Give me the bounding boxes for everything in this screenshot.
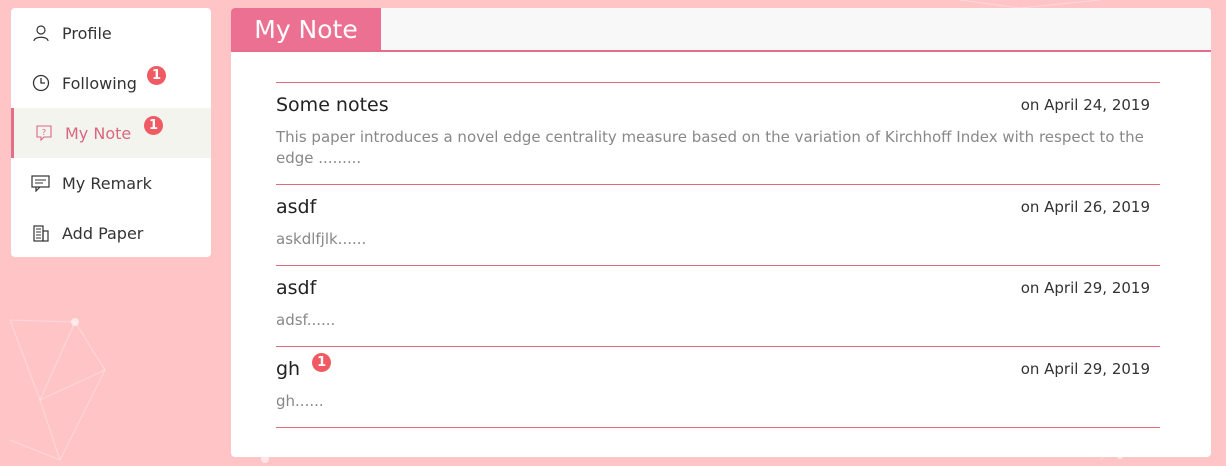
sidebar-item-add-paper[interactable]: Add Paper [11, 208, 211, 258]
note-title[interactable]: asdf [276, 277, 316, 299]
list-item[interactable]: Some notes on April 24, 2019 This paper … [276, 82, 1160, 184]
panel-header: My Note [231, 8, 1211, 52]
sidebar-item-label: My Remark [62, 173, 152, 193]
note-description: adsf...... [276, 311, 336, 329]
list-item[interactable]: asdf on April 29, 2019 adsf...... [276, 265, 1160, 346]
user-icon [31, 23, 51, 43]
note-date: on April 29, 2019 [1020, 360, 1150, 378]
note-date: on April 29, 2019 [1020, 279, 1150, 297]
notification-badge: 1 [147, 66, 166, 85]
sidebar-item-label: Profile [62, 23, 112, 43]
sidebar-item-label: Following [62, 73, 137, 93]
list-item[interactable]: gh 1 on April 29, 2019 gh...... [276, 346, 1160, 427]
main-panel: My Note Some notes on April 24, 2019 Thi… [231, 8, 1211, 457]
sidebar-item-following[interactable]: Following 1 [11, 58, 211, 108]
list-item[interactable]: asdf on April 26, 2019 askdlfjlk...... [276, 184, 1160, 265]
note-date: on April 26, 2019 [1020, 198, 1150, 216]
note-title[interactable]: Some notes [276, 94, 389, 116]
notification-badge: 1 [144, 116, 163, 135]
list-divider [276, 427, 1160, 428]
note-title[interactable]: gh [276, 358, 300, 380]
note-date: on April 24, 2019 [1020, 96, 1150, 114]
note-description: askdlfjlk...... [276, 230, 367, 248]
comment-icon [31, 173, 51, 193]
notes-list: Some notes on April 24, 2019 This paper … [276, 82, 1160, 428]
sidebar-item-my-note[interactable]: ? My Note 1 [11, 108, 211, 158]
note-description: gh...... [276, 392, 324, 410]
sidebar-item-my-remark[interactable]: My Remark [11, 158, 211, 208]
building-icon [31, 223, 51, 243]
page-title: My Note [231, 8, 381, 50]
notification-badge: 1 [312, 352, 332, 372]
sidebar-item-label: My Note [65, 123, 132, 143]
svg-text:?: ? [42, 128, 46, 137]
note-description: This paper introduces a novel edge centr… [276, 128, 1144, 167]
sidebar-item-label: Add Paper [62, 223, 144, 243]
clock-icon [31, 73, 51, 93]
sidebar: Profile Following 1 ? My Note 1 My Remar… [11, 8, 211, 257]
note-icon: ? [34, 123, 54, 143]
sidebar-item-profile[interactable]: Profile [11, 8, 211, 58]
note-title[interactable]: asdf [276, 196, 316, 218]
